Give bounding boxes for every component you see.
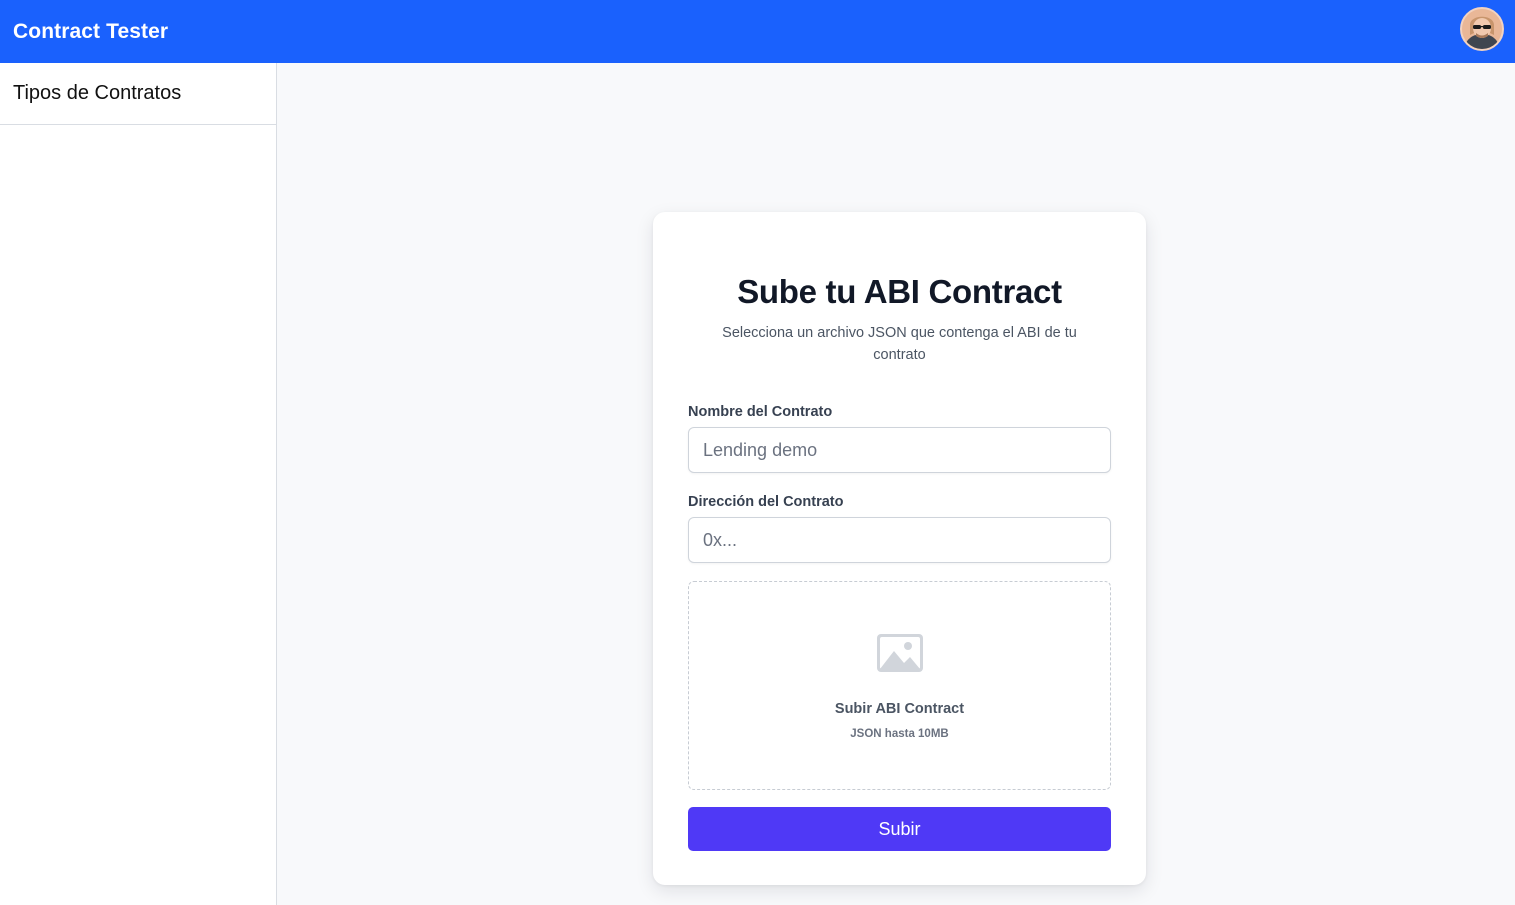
- user-avatar[interactable]: [1460, 7, 1504, 51]
- top-bar: Contract Tester: [0, 0, 1515, 63]
- upload-card: Sube tu ABI Contract Selecciona un archi…: [653, 212, 1146, 885]
- contract-address-label: Dirección del Contrato: [688, 494, 844, 510]
- image-icon: [877, 634, 923, 672]
- user-avatar-icon: [1462, 9, 1502, 49]
- submit-button[interactable]: Subir: [688, 807, 1111, 851]
- file-dropzone[interactable]: Subir ABI Contract JSON hasta 10MB: [688, 581, 1111, 790]
- main-content: Sube tu ABI Contract Selecciona un archi…: [277, 63, 1515, 905]
- app-title: Contract Tester: [13, 19, 169, 43]
- contract-name-input[interactable]: [688, 427, 1111, 473]
- dropzone-hint: JSON hasta 10MB: [850, 728, 949, 740]
- sidebar-title: Tipos de Contratos: [0, 63, 276, 125]
- contract-name-label: Nombre del Contrato: [688, 404, 833, 420]
- card-title: Sube tu ABI Contract: [737, 273, 1062, 310]
- card-subtitle: Selecciona un archivo JSON que contenga …: [722, 325, 1077, 363]
- dropzone-title: Subir ABI Contract: [834, 701, 965, 717]
- sidebar: Tipos de Contratos: [0, 63, 277, 905]
- contract-address-input[interactable]: [688, 517, 1111, 563]
